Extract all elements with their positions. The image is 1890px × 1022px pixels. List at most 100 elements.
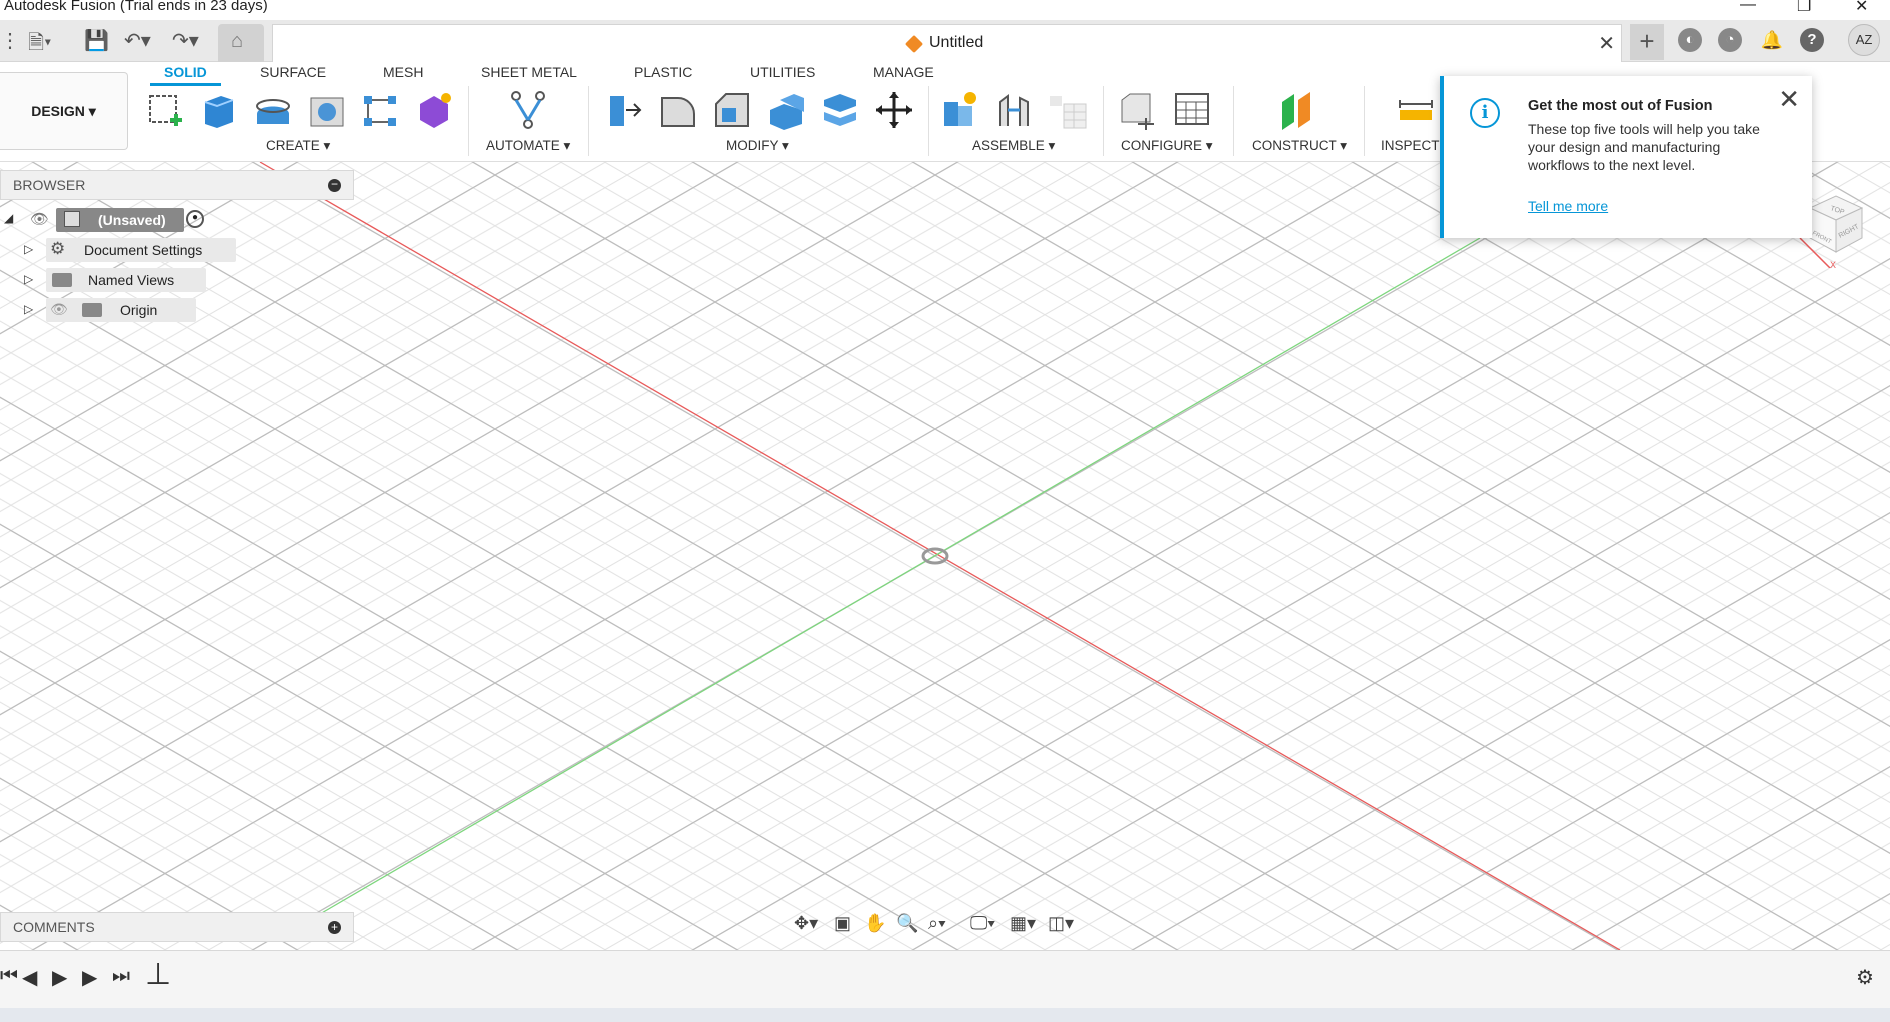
root-label: (Unsaved) bbox=[98, 212, 166, 228]
group-construct[interactable]: CONSTRUCT ▾ bbox=[1252, 138, 1347, 154]
tab-surface[interactable]: SURFACE bbox=[260, 64, 326, 80]
group-modify[interactable]: MODIFY ▾ bbox=[726, 138, 789, 154]
add-comment-icon[interactable]: + bbox=[328, 921, 341, 934]
viewports-icon[interactable]: ◫▾ bbox=[1048, 913, 1074, 934]
help-icon[interactable]: ? bbox=[1800, 28, 1824, 52]
grid-snaps-icon[interactable]: ▦▾ bbox=[1010, 913, 1036, 934]
minimize-icon[interactable]: — bbox=[1740, 0, 1756, 14]
joint-icon[interactable] bbox=[994, 90, 1034, 130]
browser-item-origin[interactable]: ▷ 👁 Origin bbox=[24, 297, 196, 323]
popup-body: These top five tools will help you take … bbox=[1528, 121, 1760, 173]
browser-root-node[interactable]: ◢ 👁 (Unsaved) ● bbox=[4, 207, 214, 233]
folder-icon bbox=[52, 273, 72, 287]
group-create[interactable]: CREATE ▾ bbox=[266, 138, 330, 154]
job-status-icon[interactable]: ◔ bbox=[1718, 28, 1742, 52]
hidden-eye-icon[interactable]: 👁 bbox=[50, 301, 68, 318]
go-to-start-icon[interactable]: ⏮ bbox=[0, 965, 18, 988]
canvas-viewport[interactable] bbox=[0, 162, 1890, 950]
close-window-icon[interactable]: ✕ bbox=[1855, 0, 1868, 16]
shell-icon[interactable] bbox=[766, 90, 806, 130]
document-cube-icon bbox=[904, 34, 924, 54]
document-tab[interactable]: Untitled ✕ bbox=[272, 24, 1622, 62]
automate-icon[interactable] bbox=[508, 90, 548, 130]
pan-icon[interactable]: ✋ bbox=[864, 913, 886, 934]
browser-panel-header[interactable]: BROWSER − bbox=[0, 170, 354, 200]
timeline-marker-icon[interactable]: ⊥ bbox=[145, 957, 171, 992]
extrude-icon[interactable] bbox=[199, 90, 239, 130]
browser-item-named-views[interactable]: ▷ Named Views bbox=[24, 267, 206, 293]
fit-icon[interactable]: ⌕▾ bbox=[928, 913, 946, 934]
group-automate[interactable]: AUTOMATE ▾ bbox=[486, 138, 570, 154]
window-titlebar: Autodesk Fusion (Trial ends in 23 days) … bbox=[0, 0, 1890, 20]
collapse-triangle-icon[interactable]: ◢ bbox=[4, 211, 13, 225]
save-icon[interactable]: 💾 bbox=[84, 28, 109, 53]
close-tab-icon[interactable]: ✕ bbox=[1598, 31, 1615, 56]
tell-me-more-link[interactable]: Tell me more bbox=[1528, 198, 1608, 214]
go-to-end-icon[interactable]: ⏭ bbox=[112, 965, 130, 988]
configure-design-icon[interactable] bbox=[1118, 90, 1158, 130]
tab-sheet-metal[interactable]: SHEET METAL bbox=[481, 64, 577, 80]
isometric-grid bbox=[0, 162, 1890, 950]
press-pull-icon[interactable] bbox=[604, 90, 644, 130]
orbit-icon[interactable]: ✥▾ bbox=[794, 913, 818, 934]
toolbar-separator bbox=[1364, 86, 1365, 156]
move-copy-icon[interactable] bbox=[874, 90, 914, 130]
tab-solid[interactable]: SOLID bbox=[150, 64, 221, 86]
timeline-settings-gear-icon[interactable]: ⚙ bbox=[1856, 965, 1874, 990]
workspace-switcher[interactable]: DESIGN ▾ bbox=[0, 72, 128, 150]
notifications-icon[interactable]: 🔔 bbox=[1760, 28, 1784, 52]
undo-icon[interactable]: ↶▾ bbox=[124, 28, 151, 53]
browser-item-document-settings[interactable]: ▷ ⚙ Document Settings bbox=[24, 237, 236, 263]
redo-icon[interactable]: ↷▾ bbox=[172, 28, 199, 53]
data-panel-icon[interactable]: ⋮ bbox=[0, 28, 20, 53]
configuration-table-icon[interactable] bbox=[1172, 90, 1212, 130]
fillet-icon[interactable] bbox=[658, 90, 698, 130]
zoom-icon[interactable]: 🔍 bbox=[896, 913, 918, 934]
offset-plane-icon[interactable] bbox=[1276, 90, 1316, 130]
combine-icon[interactable] bbox=[820, 90, 860, 130]
group-assemble[interactable]: ASSEMBLE ▾ bbox=[972, 138, 1055, 154]
new-component-icon[interactable] bbox=[940, 90, 980, 130]
look-at-icon[interactable]: ▣ bbox=[834, 913, 851, 934]
expand-triangle-icon[interactable]: ▷ bbox=[24, 302, 33, 316]
info-icon: i bbox=[1470, 98, 1500, 128]
group-configure[interactable]: CONFIGURE ▾ bbox=[1121, 138, 1213, 154]
toolbar-separator bbox=[1233, 86, 1234, 156]
display-settings-icon[interactable]: 🖵▾ bbox=[970, 913, 995, 934]
pattern-icon[interactable] bbox=[360, 90, 400, 130]
home-tab[interactable]: ⌂ bbox=[218, 24, 264, 62]
play-icon[interactable]: ▶ bbox=[52, 965, 67, 990]
step-back-icon[interactable]: ◀ bbox=[22, 965, 37, 990]
revolve-icon[interactable] bbox=[253, 90, 293, 130]
measure-icon[interactable] bbox=[1396, 90, 1436, 130]
group-inspect[interactable]: INSPECT bbox=[1381, 138, 1440, 153]
new-tab-button[interactable]: + bbox=[1630, 24, 1664, 60]
create-sketch-icon[interactable] bbox=[146, 90, 186, 130]
comments-panel-header[interactable]: COMMENTS + bbox=[0, 912, 354, 942]
extensions-icon[interactable]: ◐ bbox=[1678, 28, 1702, 52]
tab-mesh[interactable]: MESH bbox=[383, 64, 423, 80]
tab-utilities[interactable]: UTILITIES bbox=[750, 64, 815, 80]
viewcube-x-label: X bbox=[1830, 260, 1836, 268]
activate-radio-icon[interactable]: ● bbox=[186, 210, 204, 228]
window-title: Autodesk Fusion (Trial ends in 23 days) bbox=[4, 0, 268, 14]
bill-of-materials-icon[interactable] bbox=[1048, 90, 1088, 130]
chamfer-icon[interactable] bbox=[712, 90, 752, 130]
step-forward-icon[interactable]: ▶ bbox=[82, 965, 97, 990]
close-popup-icon[interactable]: ✕ bbox=[1778, 84, 1800, 115]
create-form-icon[interactable] bbox=[414, 90, 454, 130]
expand-triangle-icon[interactable]: ▷ bbox=[24, 242, 33, 256]
hole-icon[interactable] bbox=[307, 90, 347, 130]
toolbar-separator bbox=[468, 86, 469, 156]
timeline-bar: ⏮ ◀ ▶ ▶ ⏭ ⊥ ⚙ bbox=[0, 950, 1890, 1008]
toolbar-separator bbox=[588, 86, 589, 156]
collapse-browser-icon[interactable]: − bbox=[328, 178, 341, 192]
expand-triangle-icon[interactable]: ▷ bbox=[24, 272, 33, 286]
browser-item-label: Origin bbox=[120, 302, 158, 318]
visibility-eye-icon[interactable]: 👁 bbox=[30, 210, 49, 228]
user-avatar[interactable]: AZ bbox=[1848, 24, 1880, 56]
restore-icon[interactable]: ❐ bbox=[1797, 0, 1811, 16]
file-menu-icon[interactable]: 🗎▾ bbox=[28, 28, 51, 62]
tab-manage[interactable]: MANAGE bbox=[873, 64, 934, 80]
tab-plastic[interactable]: PLASTIC bbox=[634, 64, 692, 80]
